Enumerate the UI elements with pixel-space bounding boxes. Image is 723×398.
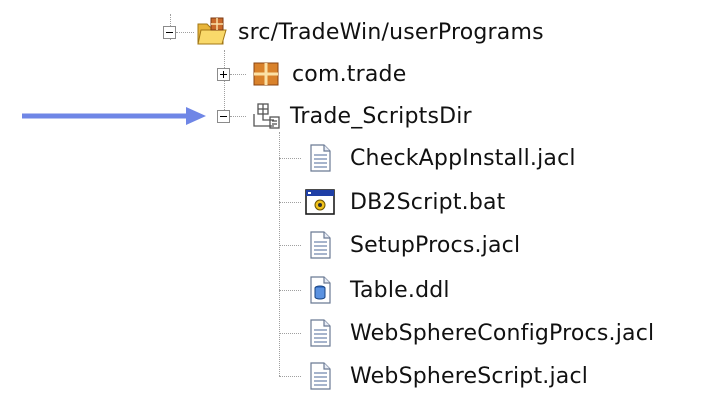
arrow-head: [186, 107, 206, 125]
callout-arrow: [22, 107, 206, 125]
